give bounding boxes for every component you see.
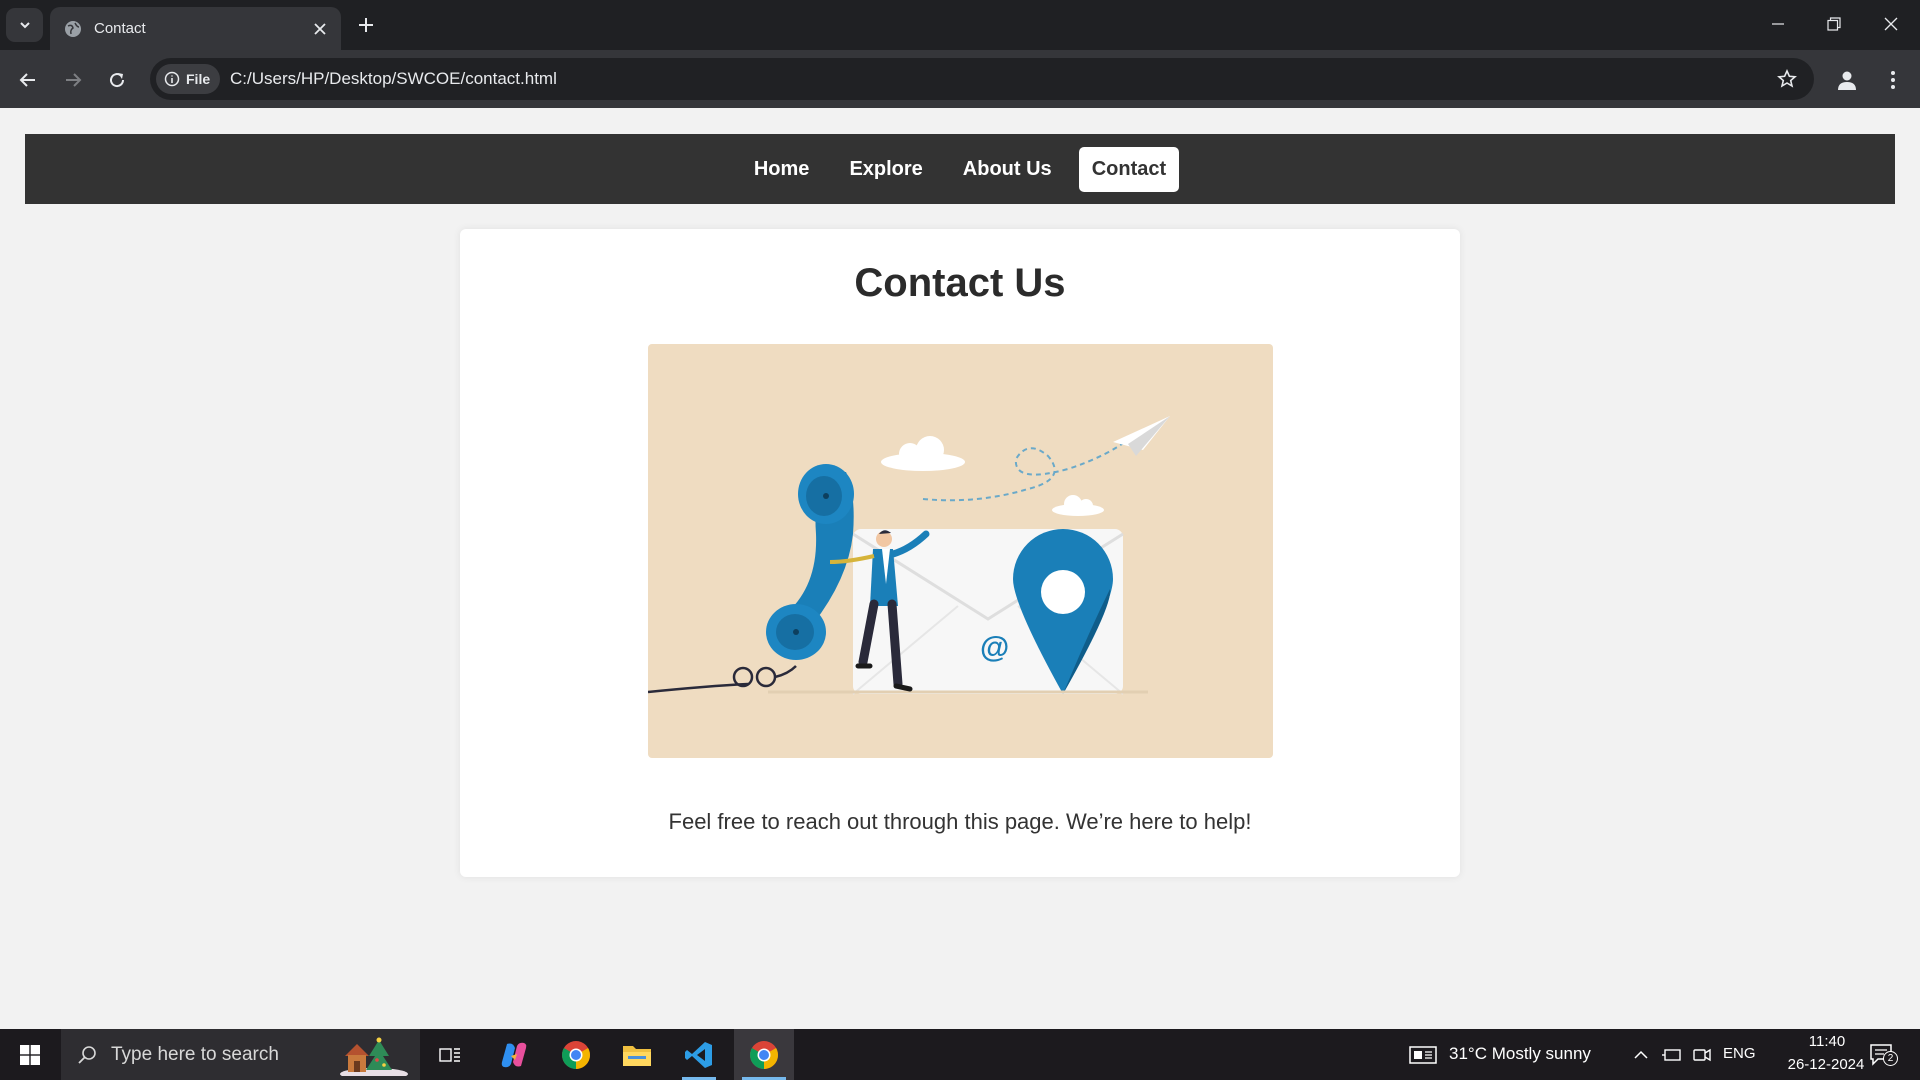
contact-card: Contact Us @ Feel free to reach out thro… — [460, 229, 1460, 877]
nav-link-explore[interactable]: Explore — [836, 147, 935, 192]
browser-toolbar: File C:/Users/HP/Desktop/SWCOE/contact.h… — [0, 50, 1920, 108]
folder-icon — [623, 1045, 651, 1066]
new-tab-button[interactable] — [350, 8, 382, 42]
forward-button[interactable] — [55, 62, 91, 98]
contact-message: Feel free to reach out through this page… — [668, 809, 1252, 834]
nav-link-about-us[interactable]: About Us — [950, 147, 1065, 192]
reload-button[interactable] — [99, 62, 135, 98]
url-text[interactable]: C:/Users/HP/Desktop/SWCOE/contact.html — [230, 69, 557, 89]
back-button[interactable] — [10, 62, 46, 98]
search-placeholder: Type here to search — [111, 1043, 279, 1065]
clock-time[interactable]: 11:40 — [1791, 1033, 1863, 1050]
contact-illustration: @ — [648, 344, 1273, 758]
start-button[interactable] — [0, 1029, 60, 1080]
notification-count-badge: 2 — [1883, 1051, 1898, 1066]
news-icon — [1409, 1045, 1437, 1064]
holiday-house-icon — [340, 1037, 408, 1076]
more-vert-icon — [1891, 71, 1895, 89]
copilot-icon — [501, 1042, 527, 1067]
volume-button[interactable] — [1690, 1029, 1714, 1080]
taskbar-vscode[interactable] — [674, 1029, 724, 1080]
profile-button[interactable] — [1830, 63, 1864, 97]
address-bar[interactable]: File C:/Users/HP/Desktop/SWCOE/contact.h… — [150, 58, 1814, 100]
close-window-button[interactable] — [1862, 0, 1920, 48]
taskbar-file-explorer[interactable] — [612, 1029, 662, 1080]
chevron-up-icon — [1634, 1050, 1648, 1059]
svg-text:@: @ — [980, 631, 1009, 664]
close-icon — [1884, 17, 1898, 31]
weather-text[interactable]: 31°C Mostly sunny — [1449, 1044, 1591, 1064]
minimize-icon — [1772, 23, 1784, 25]
contact-illustration-graphic: @ — [648, 416, 1170, 758]
nav-link-contact[interactable]: Contact — [1078, 146, 1180, 192]
plus-icon — [359, 18, 373, 32]
vscode-icon — [685, 1041, 712, 1068]
taskbar-chrome[interactable] — [551, 1029, 601, 1080]
menu-button[interactable] — [1876, 63, 1910, 97]
network-icon — [1662, 1048, 1681, 1061]
globe-icon — [65, 20, 81, 37]
chrome-icon — [750, 1040, 778, 1069]
arrow-left-icon — [19, 73, 35, 87]
site-chip-label: File — [186, 71, 211, 87]
bookmark-button[interactable] — [1774, 66, 1800, 92]
chevron-down-icon — [19, 22, 30, 29]
site-info-chip[interactable]: File — [156, 64, 221, 94]
taskbar-search-box[interactable]: Type here to search — [61, 1029, 420, 1080]
taskbar: Type here to search 31°C Mostly sunny EN… — [0, 1029, 1920, 1080]
arrow-right-icon — [66, 73, 82, 87]
task-view-icon — [439, 1047, 460, 1062]
tab-search-button[interactable] — [6, 8, 43, 42]
taskbar-copilot[interactable] — [489, 1029, 539, 1080]
cloud-icon — [881, 436, 1104, 516]
star-icon — [1777, 69, 1797, 88]
site-navbar: Home Explore About Us Contact — [25, 134, 1895, 204]
reload-icon — [110, 73, 125, 88]
search-icon — [78, 1045, 96, 1064]
show-hidden-icons-button[interactable] — [1630, 1029, 1652, 1080]
tab-title: Contact — [94, 20, 146, 37]
task-view-button[interactable] — [430, 1029, 470, 1080]
page-viewport: Home Explore About Us Contact Contact Us — [0, 108, 1920, 1029]
language-indicator[interactable]: ENG — [1723, 1045, 1756, 1062]
browser-tab[interactable]: Contact — [50, 7, 341, 50]
tab-close-button[interactable] — [305, 14, 335, 44]
close-icon — [314, 22, 326, 35]
minimize-button[interactable] — [1749, 0, 1807, 48]
restore-button[interactable] — [1805, 0, 1863, 48]
windows-logo-icon — [20, 1044, 40, 1065]
paper-plane-icon — [1113, 416, 1170, 456]
restore-icon — [1827, 17, 1841, 31]
page-title: Contact Us — [854, 261, 1066, 305]
camera-icon — [1693, 1048, 1711, 1061]
chrome-icon — [562, 1040, 590, 1069]
taskbar-chrome-active[interactable] — [734, 1029, 794, 1080]
info-icon — [164, 71, 180, 87]
browser-tabstrip: Contact — [0, 0, 1920, 50]
nav-link-home[interactable]: Home — [741, 147, 823, 192]
profile-icon — [1838, 71, 1856, 90]
notification-center-button[interactable]: 2 — [1862, 1029, 1902, 1080]
weather-button[interactable] — [1405, 1029, 1441, 1080]
network-button[interactable] — [1660, 1029, 1684, 1080]
